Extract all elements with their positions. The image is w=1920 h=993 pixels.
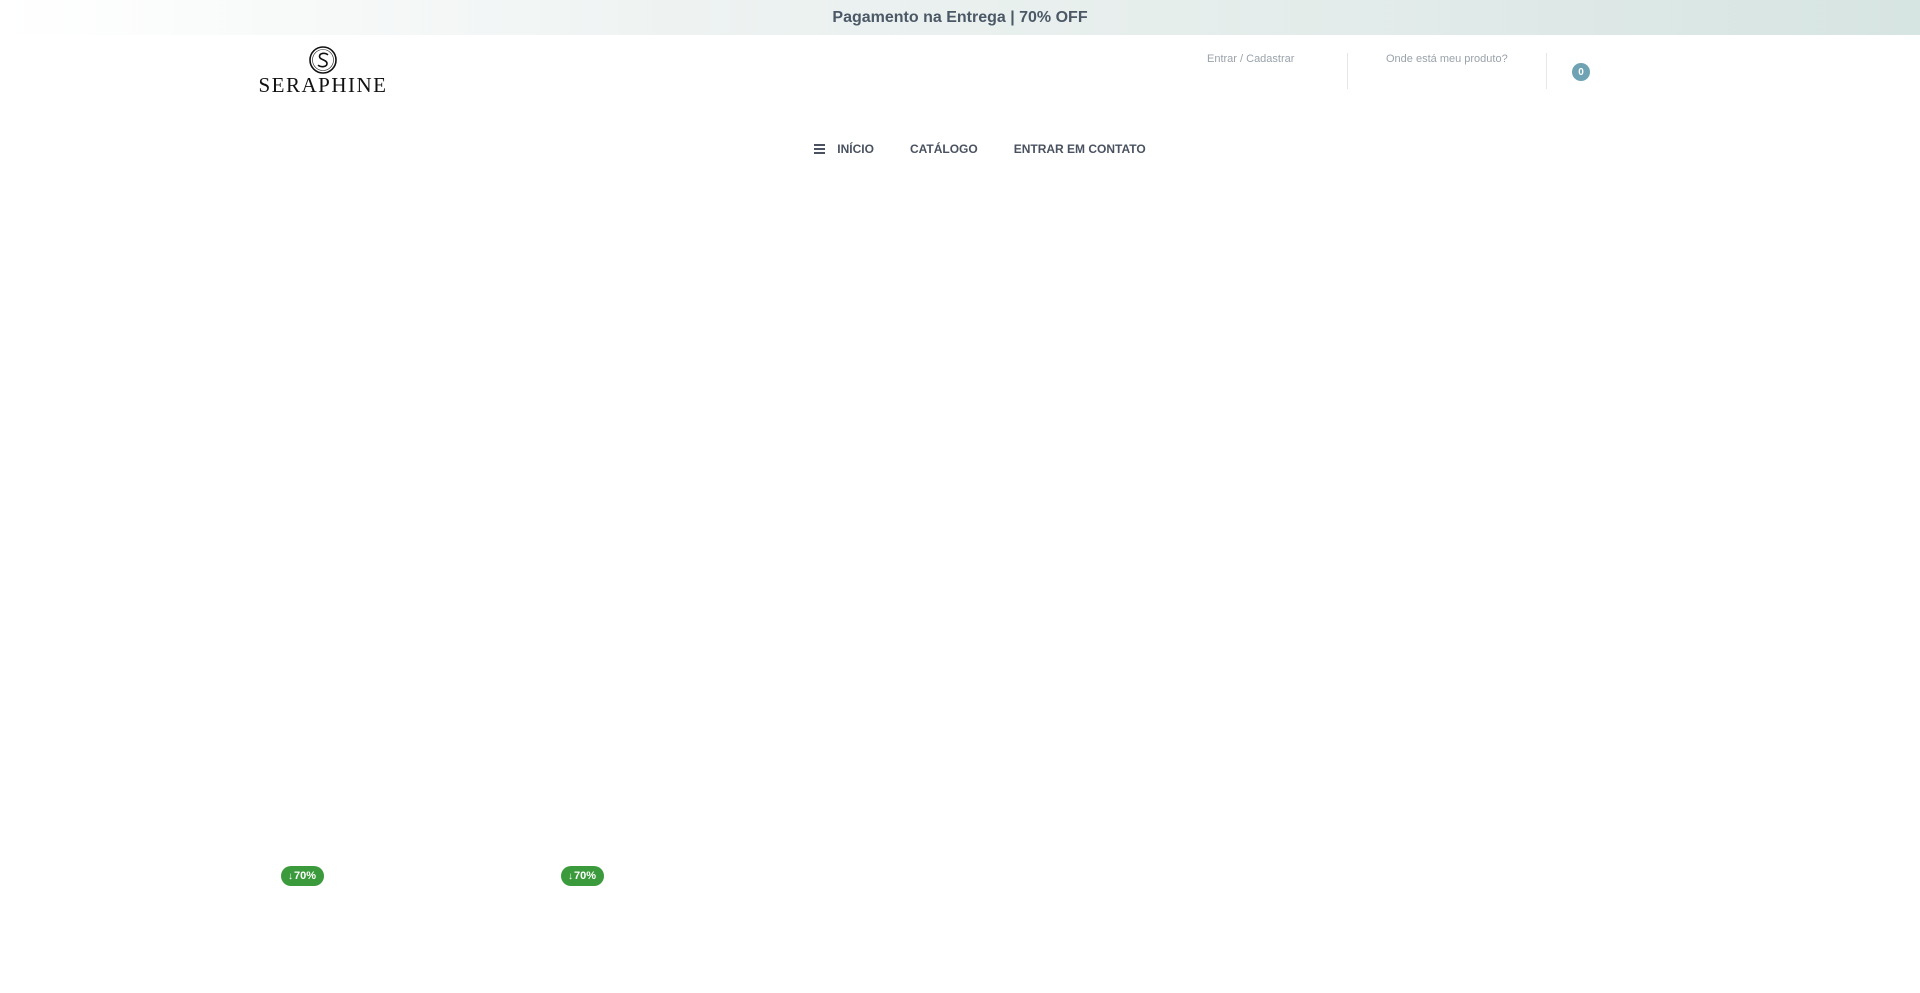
site-header: SERAPHINE Entrar / Cadastrar Onde está m… <box>0 35 1920 115</box>
nav-item-label: INÍCIO <box>837 142 874 156</box>
discount-value: 70% <box>294 870 317 882</box>
announcement-text: Pagamento na Entrega | 70% OFF <box>832 8 1088 26</box>
store-logo[interactable]: SERAPHINE <box>259 45 387 99</box>
cart-button[interactable]: 0 <box>1572 63 1592 81</box>
header-divider <box>1347 53 1348 89</box>
main-nav: INÍCIO CATÁLOGO ENTRAR EM CONTATO <box>0 138 1920 160</box>
header-divider <box>1546 53 1547 89</box>
arrow-down-icon: ↓ <box>568 870 573 882</box>
nav-item-label: CATÁLOGO <box>909 142 978 156</box>
announcement-bar: Pagamento na Entrega | 70% OFF <box>0 0 1920 35</box>
discount-badge: ↓ 70% <box>281 866 325 886</box>
login-register-link[interactable]: Entrar / Cadastrar <box>1207 53 1294 65</box>
nav-item-label: ENTRAR EM CONTATO <box>1013 142 1146 156</box>
menu-icon[interactable] <box>814 144 826 154</box>
discount-badge: ↓ 70% <box>561 866 605 886</box>
nav-item-contato[interactable]: ENTRAR EM CONTATO <box>1014 142 1146 156</box>
cart-count-badge: 0 <box>1572 63 1590 81</box>
nav-item-inicio[interactable]: INÍCIO <box>814 142 874 156</box>
logo-wordmark: SERAPHINE <box>258 73 388 97</box>
track-order-link[interactable]: Onde está meu produto? <box>1386 53 1508 65</box>
nav-item-catalogo[interactable]: CATÁLOGO <box>910 142 978 156</box>
seraphine-monogram-icon <box>309 46 337 74</box>
discount-value: 70% <box>574 870 597 882</box>
arrow-down-icon: ↓ <box>288 870 293 882</box>
